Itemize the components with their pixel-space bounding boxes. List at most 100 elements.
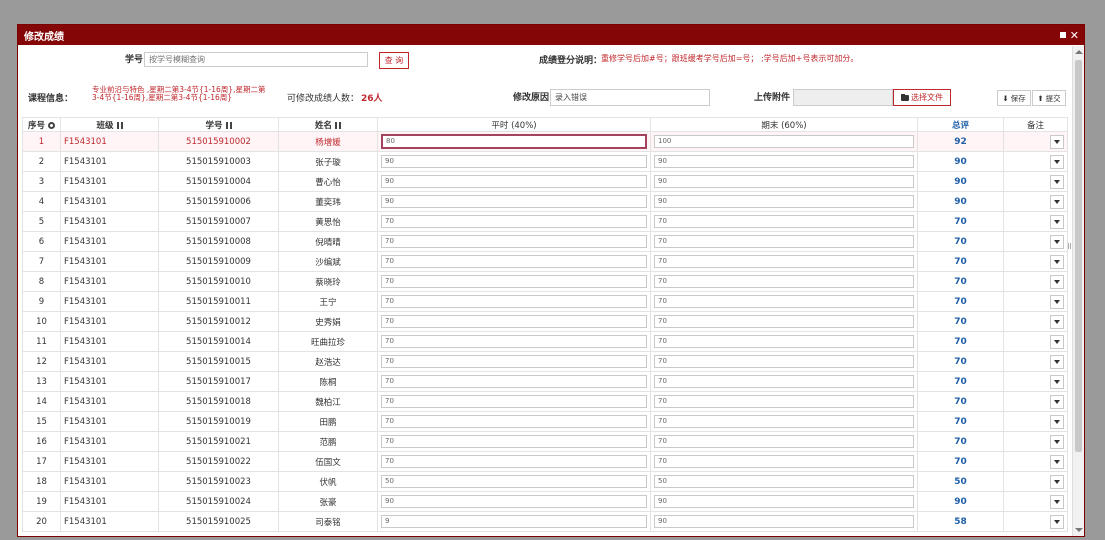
scrollbar-thumb[interactable] (1075, 60, 1082, 452)
table-row[interactable]: 15 F1543101 515015910019 田鹏 70 70 70 (22, 411, 1068, 432)
usual-score-input[interactable]: 70 (381, 235, 647, 248)
final-score-input[interactable]: 70 (654, 415, 914, 428)
remark-select[interactable] (1050, 274, 1064, 289)
table-row[interactable]: 17 F1543101 515015910022 伍国文 70 70 70 (22, 451, 1068, 472)
usual-score-input[interactable]: 70 (381, 455, 647, 468)
final-score-input[interactable]: 70 (654, 455, 914, 468)
remark-select[interactable] (1050, 434, 1064, 449)
final-score-input[interactable]: 90 (654, 175, 914, 188)
final-score-input[interactable]: 90 (654, 155, 914, 168)
usual-score-input[interactable]: 70 (381, 335, 647, 348)
table-row[interactable]: 8 F1543101 515015910010 蔡晓玲 70 70 70 (22, 271, 1068, 292)
usual-score-input[interactable]: 90 (381, 155, 647, 168)
final-score-input[interactable]: 50 (654, 475, 914, 488)
usual-score-input[interactable]: 70 (381, 275, 647, 288)
remark-select[interactable] (1050, 214, 1064, 229)
remark-select[interactable] (1050, 454, 1064, 469)
submit-button[interactable]: ⬆ 提交 (1032, 90, 1066, 106)
table-row[interactable]: 3 F1543101 515015910004 曹心怡 90 90 90 (22, 171, 1068, 192)
table-row[interactable]: 20 F1543101 515015910025 司泰铭 9 90 58 (22, 511, 1068, 532)
usual-score-input[interactable]: 70 (381, 255, 647, 268)
col-header-no[interactable]: 序号 (22, 117, 61, 132)
final-score-input[interactable]: 70 (654, 435, 914, 448)
col-header-class[interactable]: 班级 (60, 117, 159, 132)
usual-score-input[interactable]: 70 (381, 395, 647, 408)
final-score-input[interactable]: 100 (654, 135, 914, 148)
table-row[interactable]: 13 F1543101 515015910017 陈桐 70 70 70 (22, 371, 1068, 392)
table-row[interactable]: 14 F1543101 515015910018 魏柏江 70 70 70 (22, 391, 1068, 412)
remark-select[interactable] (1050, 334, 1064, 349)
remark-select[interactable] (1050, 474, 1064, 489)
remark-select[interactable] (1050, 494, 1064, 509)
reason-input[interactable] (550, 89, 710, 106)
col-header-id[interactable]: 学号 (158, 117, 279, 132)
usual-score-input[interactable]: 50 (381, 475, 647, 488)
remark-select[interactable] (1050, 374, 1064, 389)
final-score-input[interactable]: 70 (654, 275, 914, 288)
remark-select[interactable] (1050, 234, 1064, 249)
table-row[interactable]: 5 F1543101 515015910007 黄思怡 70 70 70 (22, 211, 1068, 232)
final-score-input[interactable]: 70 (654, 335, 914, 348)
remark-select[interactable] (1050, 414, 1064, 429)
remark-select[interactable] (1050, 354, 1064, 369)
search-input[interactable] (144, 52, 368, 67)
vertical-scrollbar[interactable] (1072, 46, 1084, 536)
table-row[interactable]: 16 F1543101 515015910021 范鹏 70 70 70 (22, 431, 1068, 452)
usual-score-input[interactable]: 90 (381, 195, 647, 208)
table-row[interactable]: 4 F1543101 515015910006 董奕玮 90 90 90 (22, 191, 1068, 212)
remark-select[interactable] (1050, 174, 1064, 189)
table-row[interactable]: 10 F1543101 515015910012 史秀娟 70 70 70 (22, 311, 1068, 332)
final-score-input[interactable]: 70 (654, 355, 914, 368)
final-score-input[interactable]: 70 (654, 235, 914, 248)
gear-icon[interactable] (48, 121, 55, 129)
final-score-input[interactable]: 70 (654, 255, 914, 268)
scroll-up-icon[interactable] (1075, 50, 1083, 54)
close-icon[interactable]: ✕ (1070, 30, 1079, 41)
final-score-input[interactable]: 90 (654, 195, 914, 208)
final-score-input[interactable]: 70 (654, 215, 914, 228)
col-header-name[interactable]: 姓名 (278, 117, 378, 132)
resize-grip-icon[interactable] (1068, 243, 1071, 249)
search-button[interactable]: 查 询 (379, 52, 409, 69)
final-score-input[interactable]: 90 (654, 495, 914, 508)
usual-score-input[interactable]: 70 (381, 295, 647, 308)
usual-score-input[interactable]: 90 (381, 495, 647, 508)
remark-select[interactable] (1050, 154, 1064, 169)
usual-score-input[interactable]: 90 (381, 175, 647, 188)
remark-select[interactable] (1050, 514, 1064, 529)
final-score-input[interactable]: 70 (654, 295, 914, 308)
usual-score-input[interactable]: 80 (381, 134, 647, 149)
table-row[interactable]: 9 F1543101 515015910011 王宁 70 70 70 (22, 291, 1068, 312)
usual-score-input[interactable]: 70 (381, 435, 647, 448)
usual-score-input[interactable]: 70 (381, 355, 647, 368)
usual-score-input[interactable]: 70 (381, 415, 647, 428)
remark-select[interactable] (1050, 134, 1064, 149)
remark-select[interactable] (1050, 194, 1064, 209)
final-score-input[interactable]: 90 (654, 515, 914, 528)
save-button[interactable]: ⬇ 保存 (997, 90, 1031, 106)
usual-score-input[interactable]: 9 (381, 515, 647, 528)
table-row[interactable]: 2 F1543101 515015910003 张子璇 90 90 90 (22, 151, 1068, 172)
usual-score-input[interactable]: 70 (381, 315, 647, 328)
final-score-input[interactable]: 70 (654, 375, 914, 388)
choose-file-button[interactable]: 选择文件 (893, 89, 951, 106)
scroll-down-icon[interactable] (1075, 528, 1083, 532)
table-row[interactable]: 18 F1543101 515015910023 伏帆 50 50 50 (22, 471, 1068, 492)
remark-select[interactable] (1050, 294, 1064, 309)
final-score-input[interactable]: 70 (654, 395, 914, 408)
remark-select[interactable] (1050, 394, 1064, 409)
remark-select[interactable] (1050, 314, 1064, 329)
remark-cell (1003, 131, 1068, 152)
maximize-icon[interactable] (1059, 32, 1066, 38)
table-row[interactable]: 11 F1543101 515015910014 旺曲拉珍 70 70 70 (22, 331, 1068, 352)
remark-select[interactable] (1050, 254, 1064, 269)
remark-cell (1003, 191, 1068, 212)
final-score-input[interactable]: 70 (654, 315, 914, 328)
usual-score-input[interactable]: 70 (381, 215, 647, 228)
table-row[interactable]: 19 F1543101 515015910024 张豪 90 90 90 (22, 491, 1068, 512)
table-row[interactable]: 1 F1543101 515015910002 杨增媛 80 100 92 (22, 131, 1068, 152)
usual-score-input[interactable]: 70 (381, 375, 647, 388)
table-row[interactable]: 12 F1543101 515015910015 赵浩达 70 70 70 (22, 351, 1068, 372)
table-row[interactable]: 7 F1543101 515015910009 沙编斌 70 70 70 (22, 251, 1068, 272)
table-row[interactable]: 6 F1543101 515015910008 倪晴晴 70 70 70 (22, 231, 1068, 252)
